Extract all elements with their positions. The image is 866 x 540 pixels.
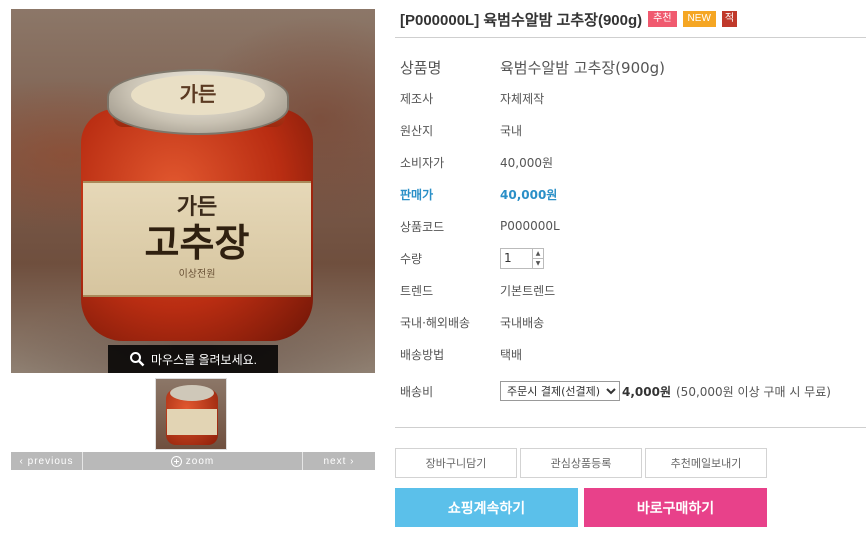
maker-value: 자체제작 xyxy=(500,91,545,106)
wishlist-button[interactable]: 관심상품등록 xyxy=(520,448,642,478)
mouseover-hint: 마우스를 올려보세요. xyxy=(108,345,278,373)
quantity-buttons: ▲ ▼ xyxy=(532,248,543,268)
points-badge: 적 xyxy=(721,11,738,27)
info-row-trend: 트렌드 기본트렌드 xyxy=(400,274,866,306)
zoom-label: zoom xyxy=(185,455,215,467)
sale-price-value: 40,000원 xyxy=(500,187,558,202)
product-info-table: 상품명 육범수알밤 고추장(900g) 제조사 자체제작 원산지 국내 소비자가… xyxy=(400,52,866,412)
shipping-fee-note: (50,000원 이상 구매 시 무료) xyxy=(676,384,831,399)
shipping-fee-value: 4,000원 xyxy=(622,384,671,399)
info-row-shipping-method: 배송방법 택배 xyxy=(400,338,866,370)
jar-label-graphic: 가든 고추장 이상전원 xyxy=(83,181,311,297)
secondary-actions: 장바구니담기 관심상품등록 추천메일보내기 xyxy=(395,448,767,478)
add-to-cart-button[interactable]: 장바구니담기 xyxy=(395,448,517,478)
info-row-code: 상품코드 P000000L xyxy=(400,210,866,242)
code-label: 상품코드 xyxy=(400,219,445,234)
code-value: P000000L xyxy=(500,219,560,233)
trend-label: 트렌드 xyxy=(400,283,434,298)
primary-actions: 쇼핑계속하기 바로구매하기 xyxy=(395,488,767,527)
product-thumbnail[interactable] xyxy=(155,378,227,450)
info-row-shipping-fee: 배송비 주문시 결제(선결제) 4,000원 (50,000원 이상 구매 시 … xyxy=(400,370,866,412)
continue-shopping-button[interactable]: 쇼핑계속하기 xyxy=(395,488,578,527)
shipping-method-label: 배송방법 xyxy=(400,347,445,362)
info-row-name: 상품명 육범수알밤 고추장(900g) xyxy=(400,52,866,82)
info-row-quantity: 수량 ▲ ▼ xyxy=(400,242,866,274)
recommend-mail-button[interactable]: 추천메일보내기 xyxy=(645,448,767,478)
quantity-input[interactable] xyxy=(501,248,532,268)
buy-now-button[interactable]: 바로구매하기 xyxy=(584,488,767,527)
info-row-consumer-price: 소비자가 40,000원 xyxy=(400,146,866,178)
next-button[interactable]: next › xyxy=(303,452,375,470)
new-badge: NEW xyxy=(682,11,716,27)
consumer-price-label: 소비자가 xyxy=(400,155,445,170)
mouseover-hint-text: 마우스를 올려보세요. xyxy=(150,352,258,367)
thumb-label-graphic xyxy=(167,409,217,435)
product-title: [P000000L] 육범수알밤 고추장(900g) xyxy=(400,11,643,29)
product-title-row: [P000000L] 육범수알밤 고추장(900g) 추천 NEW 적 xyxy=(400,9,738,29)
info-row-shipping-scope: 국내·해외배송 국내배송 xyxy=(400,306,866,338)
quantity-down-icon[interactable]: ▼ xyxy=(533,259,543,268)
product-main-image[interactable]: 가든 가든 고추장 이상전원 마우스를 올려보세요. xyxy=(11,9,375,373)
info-row-sale-price: 판매가 40,000원 xyxy=(400,178,866,210)
origin-value: 국내 xyxy=(500,123,523,138)
info-bottom-divider xyxy=(395,427,866,428)
trend-value: 기본트렌드 xyxy=(500,283,556,298)
image-pager: ‹ previous zoom next › xyxy=(11,452,375,470)
shipping-scope-label: 국내·해외배송 xyxy=(400,315,471,330)
origin-label: 원산지 xyxy=(400,123,434,138)
quantity-up-icon[interactable]: ▲ xyxy=(533,249,543,259)
shipping-scope-value: 국내배송 xyxy=(500,315,545,330)
info-row-maker: 제조사 자체제작 xyxy=(400,82,866,114)
sale-price-label: 판매가 xyxy=(400,187,434,202)
shipping-fee-label: 배송비 xyxy=(400,384,434,399)
quantity-label: 수량 xyxy=(400,251,423,266)
previous-button[interactable]: ‹ previous xyxy=(11,452,83,470)
zoom-plus-icon xyxy=(170,455,182,467)
maker-label: 제조사 xyxy=(400,91,434,106)
shipping-method-value: 택배 xyxy=(500,347,523,362)
jar-label-top-text: 가든 xyxy=(176,194,218,220)
lid-label-text: 가든 xyxy=(131,75,265,115)
shipping-fee-select[interactable]: 주문시 결제(선결제) xyxy=(500,381,620,401)
name-label: 상품명 xyxy=(400,58,442,77)
info-row-origin: 원산지 국내 xyxy=(400,114,866,146)
quantity-stepper: ▲ ▼ xyxy=(500,247,544,269)
jar-label-sub-text: 이상전원 xyxy=(178,269,216,280)
zoom-button[interactable]: zoom xyxy=(83,452,303,470)
consumer-price-value: 40,000원 xyxy=(500,155,554,170)
thumb-lid-graphic xyxy=(170,385,214,401)
magnifier-icon xyxy=(129,352,145,367)
name-value: 육범수알밤 고추장(900g) xyxy=(500,58,666,77)
jar-label-main-text: 고추장 xyxy=(144,220,250,265)
title-divider xyxy=(395,37,866,38)
recommend-badge: 추천 xyxy=(648,11,677,27)
